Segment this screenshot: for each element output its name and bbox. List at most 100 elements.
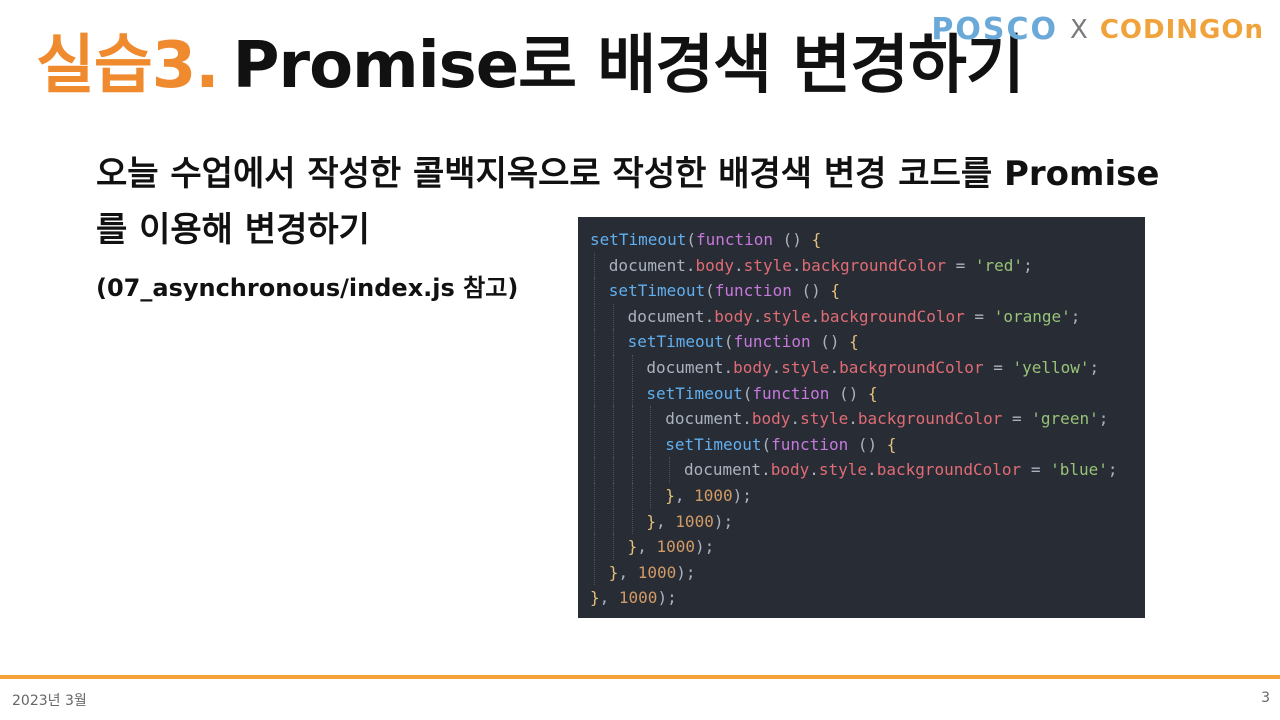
- indent-guide: [594, 252, 595, 279]
- code-token: body: [751, 409, 791, 429]
- indent-guide: [631, 482, 633, 509]
- indent-guide: [594, 406, 595, 432]
- code-line: document.body.style.backgroundColor = 'r…: [578, 252, 1145, 279]
- code-line: }, 1000);: [578, 585, 1145, 611]
- code-line: }, 1000);: [578, 534, 1145, 560]
- code-token: {: [849, 332, 859, 352]
- code-token: =: [983, 357, 1013, 377]
- code-line: setTimeout(function () {: [578, 431, 1145, 458]
- code-token: {: [886, 434, 897, 454]
- code-token: ;: [1070, 306, 1081, 326]
- code-token: 'orange': [993, 306, 1071, 326]
- indent-guide: [612, 406, 614, 432]
- page-number: 3: [1261, 690, 1270, 706]
- code-content: document.body.style.backgroundColor = 'y…: [590, 358, 1099, 377]
- indent-guide: [612, 329, 614, 355]
- code-token: ,: [674, 485, 695, 505]
- brand-separator: X: [1070, 14, 1088, 45]
- code-token: setTimeout: [627, 332, 724, 352]
- code-content: setTimeout(function () {: [590, 281, 840, 300]
- code-token: );: [732, 485, 752, 505]
- code-token: .: [771, 357, 782, 377]
- indent-guide: [650, 406, 652, 432]
- title-accent: 실습3.: [36, 29, 220, 103]
- code-token: function: [714, 281, 792, 301]
- code-line: document.body.style.backgroundColor = 'o…: [578, 303, 1145, 330]
- code-line: setTimeout(function () {: [578, 329, 1145, 355]
- indent-guide: [594, 508, 595, 535]
- code-token: (: [742, 383, 753, 403]
- code-token: 'blue': [1050, 460, 1108, 480]
- code-token: 'yellow': [1012, 357, 1090, 377]
- indent-guide: [650, 431, 652, 458]
- code-token: function: [733, 332, 811, 352]
- indent-guide: [612, 431, 614, 458]
- code-token: style: [781, 357, 830, 377]
- indent-guide: [650, 482, 652, 509]
- footer-date: 2023년 3월: [12, 693, 87, 709]
- indent-guide: [612, 303, 614, 330]
- code-token: =: [1002, 409, 1032, 429]
- indent-guide: [631, 431, 633, 458]
- code-token: (): [810, 332, 850, 352]
- code-token: body: [733, 357, 772, 377]
- code-token: 1000: [656, 537, 696, 557]
- code-token: (): [791, 281, 831, 301]
- code-content: }, 1000);: [590, 512, 733, 531]
- code-content: setTimeout(function () {: [590, 435, 896, 454]
- indent-guide: [612, 380, 614, 407]
- code-token: .: [734, 255, 744, 275]
- code-token: (): [829, 383, 868, 403]
- code-token: .: [867, 460, 877, 480]
- code-line: setTimeout(function () {: [578, 227, 1145, 253]
- indent-guide: [594, 303, 595, 330]
- code-token: );: [657, 588, 677, 608]
- code-token: 1000: [618, 588, 658, 608]
- code-token: backgroundColor: [801, 255, 946, 275]
- code-token: 1000: [675, 511, 714, 531]
- indent-guide: [631, 354, 633, 381]
- indent-guide: [631, 508, 633, 535]
- code-token: {: [867, 383, 878, 403]
- indent-guide: [669, 457, 671, 483]
- indent-guide: [594, 329, 595, 355]
- code-content: setTimeout(function () {: [590, 230, 821, 249]
- code-token: 1000: [694, 485, 733, 505]
- code-token: .: [704, 306, 715, 326]
- indent-guide: [612, 457, 614, 483]
- code-token: ,: [637, 537, 657, 557]
- code-token: body: [770, 460, 810, 480]
- code-token: );: [676, 562, 696, 582]
- code-content: setTimeout(function () {: [590, 332, 859, 351]
- code-token: backgroundColor: [820, 306, 965, 326]
- code-token: 'green': [1031, 409, 1099, 429]
- code-token: (: [705, 281, 715, 301]
- indent-guide: [631, 380, 633, 407]
- code-line: }, 1000);: [578, 508, 1145, 535]
- code-token: style: [762, 306, 811, 326]
- indent-guide: [594, 354, 595, 381]
- code-screenshot: setTimeout(function () {document.body.st…: [578, 217, 1145, 618]
- brand-logos: POSCO X CODINGOn: [931, 12, 1264, 47]
- code-token: .: [685, 255, 696, 275]
- code-token: }: [665, 485, 675, 505]
- posco-logo: POSCO: [931, 12, 1059, 47]
- code-content: }, 1000);: [590, 588, 677, 607]
- code-token: }: [627, 537, 638, 557]
- code-token: function: [771, 434, 849, 454]
- indent-guide: [650, 457, 652, 483]
- code-token: setTimeout: [646, 383, 743, 403]
- indent-guide: [612, 534, 614, 560]
- code-token: ;: [1107, 460, 1118, 480]
- code-token: body: [714, 306, 753, 326]
- indent-guide: [594, 482, 595, 509]
- code-token: (: [686, 230, 696, 249]
- codingon-logo: CODINGOn: [1099, 14, 1264, 45]
- indent-guide: [631, 457, 633, 483]
- code-token: 'red': [974, 255, 1024, 275]
- code-token: =: [964, 306, 994, 326]
- indent-guide: [631, 406, 633, 432]
- footer-divider: [0, 675, 1280, 679]
- indent-guide: [612, 354, 614, 381]
- code-token: =: [1021, 460, 1051, 480]
